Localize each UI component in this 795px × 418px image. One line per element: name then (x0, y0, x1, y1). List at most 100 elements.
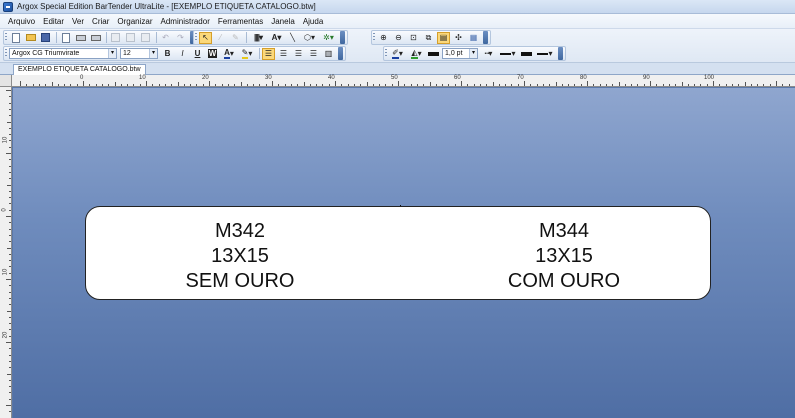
cut-button[interactable] (109, 32, 122, 44)
menu-editar[interactable]: Editar (39, 15, 68, 28)
align-right-button[interactable]: ☰ (292, 48, 305, 60)
print-preview-button[interactable] (59, 32, 72, 44)
print-setup-button[interactable] (89, 32, 102, 44)
font-name-combo[interactable]: Argox CG Triumvirate ▾ (9, 48, 117, 59)
menu-ajuda[interactable]: Ajuda (299, 15, 327, 28)
menu-organizar[interactable]: Organizar (113, 15, 156, 28)
font-size-combo[interactable]: 12 ▾ (120, 48, 158, 59)
fill-color-button[interactable]: ◭ ▾ (408, 48, 425, 60)
ruler-tick (385, 84, 387, 86)
menu-administrador[interactable]: Administrador (157, 15, 214, 28)
left-ruler[interactable]: 10 0 10 20 (0, 87, 12, 418)
text-tool-button[interactable]: ✎ (229, 32, 242, 44)
thick-border-icon (521, 51, 532, 56)
toolbar-options-handle[interactable] (338, 47, 343, 60)
open-button[interactable] (24, 32, 37, 44)
highlight-button[interactable]: ✎ ▾ (239, 48, 255, 60)
ruler-tick (391, 84, 393, 86)
zoom-fit-button[interactable]: ⊡ (407, 32, 420, 44)
ruler-tick (492, 82, 494, 86)
ruler-tick (637, 84, 639, 86)
print-button[interactable] (74, 32, 87, 44)
zoom-out-button[interactable]: ⊖ (392, 32, 405, 44)
ruler-tick (9, 228, 11, 230)
align-center-button[interactable]: ☰ (277, 48, 290, 60)
ruler-label: 50 (391, 75, 398, 81)
redo-button[interactable]: ↷ (174, 32, 187, 44)
new-document-button[interactable] (9, 32, 22, 44)
dash-style-button[interactable]: ┅ ▾ (481, 48, 496, 60)
ruler-tick (6, 153, 11, 154)
picture-button[interactable]: ✲▾ (320, 32, 337, 44)
left-size-text[interactable]: 13X15 (175, 244, 305, 269)
italic-button[interactable]: I (176, 48, 189, 60)
ruler-tick (272, 81, 273, 86)
menu-janela[interactable]: Janela (267, 15, 299, 28)
line-tool-button[interactable]: ⁄ (214, 32, 227, 44)
grid-button[interactable]: ▦ (467, 32, 480, 44)
diagonal-line-icon: ╲ (290, 33, 295, 42)
align-left-button[interactable]: ☰ (262, 47, 275, 60)
menu-criar[interactable]: Criar (88, 15, 113, 28)
menu-ferramentas[interactable]: Ferramentas (214, 15, 267, 28)
ruler-tick (177, 82, 179, 86)
top-ruler[interactable]: 0 10 20 30 40 50 60 70 80 90 100 (12, 75, 795, 87)
shapes-icon: ⬡▾ (304, 33, 315, 42)
bold-button[interactable]: B (161, 48, 174, 60)
document-tab[interactable]: EXEMPLO ETIQUETA CATALOGO.btw (13, 64, 146, 75)
left-code-text[interactable]: M342 (175, 219, 305, 244)
double-line-button[interactable]: ▾ (535, 48, 555, 60)
right-size-text[interactable]: 13X15 (499, 244, 629, 269)
ruler-tick (9, 96, 11, 98)
snap-button[interactable]: ✣ (452, 32, 465, 44)
copy-button[interactable] (124, 32, 137, 44)
bartender-app-icon[interactable] (3, 1, 13, 12)
undo-icon: ↶ (162, 33, 169, 42)
dropdown-arrow-icon[interactable]: ▾ (149, 49, 157, 58)
font-color-button[interactable]: A ▾ (221, 48, 237, 60)
underline-icon: U (194, 49, 201, 58)
text-button[interactable]: A▾ (269, 32, 284, 44)
snap-icon: ✣ (455, 33, 462, 42)
ruler-tick (681, 82, 683, 86)
ruler-tick (164, 84, 166, 86)
dropdown-arrow-icon[interactable]: ▾ (108, 49, 116, 58)
ruler-tick (127, 84, 129, 86)
page-setup-button[interactable]: ▤ (437, 31, 450, 44)
border-style-button[interactable] (520, 48, 533, 60)
select-tool-button[interactable]: ↖ (199, 31, 212, 44)
menu-ver[interactable]: Ver (68, 15, 88, 28)
ruler-tick (650, 81, 651, 86)
toolbar-options-handle[interactable] (558, 47, 563, 60)
right-code-text[interactable]: M344 (499, 219, 629, 244)
left-material-text[interactable]: SEM OURO (165, 269, 315, 294)
line-weight-combo[interactable]: 1,0 pt ▾ (442, 48, 478, 59)
zoom-window-button[interactable]: ⧉ (422, 32, 435, 44)
ruler-tick (190, 84, 192, 86)
underline-button[interactable]: U (191, 48, 204, 60)
label-design-canvas[interactable]: M342 13X15 SEM OURO M344 13X15 COM OURO (13, 88, 795, 418)
line-style-button[interactable]: ▾ (498, 48, 518, 60)
ruler-tick (568, 84, 570, 86)
line-color-button[interactable]: ✐ ▾ (389, 48, 406, 60)
toolbar-options-handle[interactable] (340, 31, 345, 44)
save-button[interactable] (39, 32, 52, 44)
menu-arquivo[interactable]: Arquivo (4, 15, 39, 28)
ruler-tick (9, 411, 11, 413)
ruler-tick (9, 253, 11, 255)
shape-button[interactable]: ⬡▾ (301, 32, 318, 44)
ruler-tick (536, 84, 538, 86)
paste-button[interactable] (139, 32, 152, 44)
zoom-in-button[interactable]: ⊕ (377, 32, 390, 44)
barcode-button[interactable]: ||||▾ (249, 32, 267, 44)
justify-button[interactable]: ☰ (307, 48, 320, 60)
right-material-text[interactable]: COM OURO (489, 269, 639, 294)
columns-button[interactable]: ▥ (322, 48, 335, 60)
undo-button[interactable]: ↶ (159, 32, 172, 44)
draw-line-button[interactable]: ╲ (286, 32, 299, 44)
toolbar-options-handle[interactable] (483, 31, 488, 44)
dropdown-arrow-icon[interactable]: ▾ (469, 49, 477, 58)
window-title: Argox Special Edition BarTender UltraLit… (17, 2, 316, 11)
ruler-tick (542, 84, 544, 86)
outline-text-button[interactable]: W (206, 48, 219, 60)
